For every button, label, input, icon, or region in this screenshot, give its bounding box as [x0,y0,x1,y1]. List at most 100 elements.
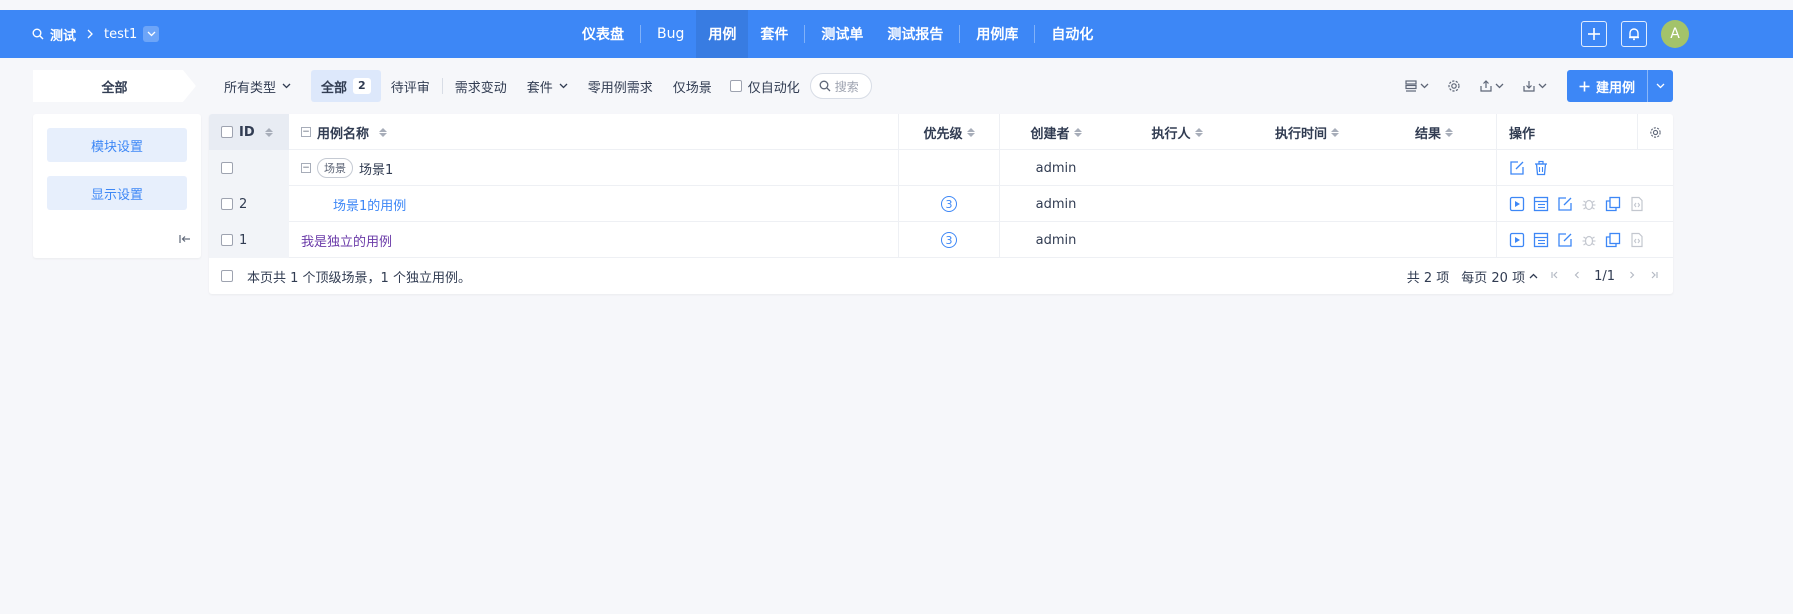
project-name[interactable]: 测试 [50,25,76,44]
sort-icon[interactable] [1445,127,1453,137]
type-select[interactable]: 所有类型 [214,70,301,102]
nav-testreport[interactable]: 测试报告 [875,10,955,58]
header-creator-label: 创建者 [1030,126,1070,142]
results-icon[interactable] [1533,232,1549,248]
header-exec-time[interactable]: 执行时间 [1242,114,1372,150]
product-switch-button[interactable] [143,26,160,42]
tab-all[interactable]: 全部 2 [311,70,381,102]
select-all-checkbox[interactable] [221,126,233,138]
row-actions [1497,186,1673,222]
edit-icon[interactable] [1557,196,1573,212]
row-priority [899,150,1000,186]
create-case-button[interactable]: 建用例 [1566,70,1673,102]
collapse-left-icon [179,235,190,243]
row-exec-time [1242,186,1372,222]
nav-caselib[interactable]: 用例库 [964,10,1030,58]
sort-icon[interactable] [1194,127,1203,137]
sort-icon[interactable] [1331,127,1339,137]
tab-changed[interactable]: 需求变动 [445,70,517,102]
header-creator[interactable]: 创建者 [1000,114,1112,150]
row-checkbox[interactable] [221,198,233,210]
copy-icon[interactable] [1605,196,1621,212]
row-name[interactable]: 场景1 [359,159,393,178]
row-actions [1497,222,1673,258]
tab-zero-case[interactable]: 零用例需求 [578,70,663,102]
collapse-all-icon[interactable]: − [301,127,311,137]
nav-testtask[interactable]: 测试单 [809,10,875,58]
search-icon[interactable] [32,28,44,40]
case-title-link[interactable]: 我是独立的用例 [301,231,392,250]
run-icon[interactable] [1509,232,1525,248]
results-icon[interactable] [1533,196,1549,212]
footer-select-all-checkbox[interactable] [221,270,233,282]
edit-icon[interactable] [1557,232,1573,248]
nav-divider [1034,25,1036,43]
header-executor-label: 执行人 [1151,126,1191,142]
first-page-icon[interactable] [1550,269,1560,283]
edit-icon[interactable] [1509,160,1525,176]
export-button[interactable] [1475,74,1508,98]
type-select-label: 所有类型 [224,80,277,96]
nav-automation[interactable]: 自动化 [1039,10,1105,58]
search-input[interactable]: 搜索 [809,73,872,99]
sort-icon[interactable] [264,127,273,137]
checkbox[interactable] [729,80,742,92]
table-row: 1 我是独立的用例 3 admin [209,222,1673,258]
last-page-icon[interactable] [1649,269,1659,283]
nav-suite[interactable]: 套件 [748,10,800,58]
header-executor[interactable]: 执行人 [1112,114,1242,150]
tab-suite[interactable]: 套件 [517,70,578,102]
collapse-scene-icon[interactable]: − [301,163,311,173]
row-id: 2 [239,196,248,212]
sort-icon[interactable] [1073,127,1082,137]
filter-bar: 全部 所有类型 全部 2 待评审 需求变动 套件 零用例需求 仅场景 仅自动化 … [33,70,1673,102]
topbar-tools: A [1581,10,1689,58]
collapse-sidebar-button[interactable] [179,233,191,248]
header-priority[interactable]: 优先级 [899,114,1000,150]
row-checkbox[interactable] [221,162,233,174]
header-result[interactable]: 结果 [1372,114,1497,150]
bell-icon [1629,28,1639,41]
row-checkbox[interactable] [221,234,233,246]
row-priority: 3 [899,222,1000,258]
header-name[interactable]: − 用例名称 [289,114,899,150]
nav-bug[interactable]: Bug [645,10,696,58]
row-executor [1112,186,1242,222]
sort-icon[interactable] [966,127,975,137]
nav-testcase[interactable]: 用例 [696,10,749,58]
create-case-main[interactable]: 建用例 [1567,70,1647,102]
notification-button[interactable] [1621,21,1647,47]
top-navbar: 测试 test1 仪表盘 Bug 用例 套件 测试单 测试报告 用例库 自动化 … [0,10,1793,58]
case-title-link[interactable]: 场景1的用例 [333,195,406,214]
copy-icon[interactable] [1605,232,1621,248]
gear-icon [1448,80,1460,92]
trash-icon[interactable] [1533,160,1549,176]
row-executor [1112,222,1242,258]
display-settings-button[interactable]: 显示设置 [47,176,187,210]
run-icon[interactable] [1509,196,1525,212]
create-menu-button[interactable] [1581,21,1607,47]
next-page-icon[interactable] [1627,269,1637,283]
tab-scene-only[interactable]: 仅场景 [663,70,722,102]
sort-icon[interactable] [379,127,388,137]
module-breadcrumb[interactable]: 全部 [33,70,196,102]
auto-only-checkbox[interactable]: 仅自动化 [722,77,810,96]
avatar[interactable]: A [1661,20,1689,48]
settings-button[interactable] [1443,74,1465,98]
module-settings-button[interactable]: 模块设置 [47,128,187,162]
column-settings-button[interactable] [1637,114,1673,150]
create-case-dropdown[interactable] [1647,70,1673,102]
script-icon [1631,232,1643,248]
header-id[interactable]: ID [209,114,289,150]
header-exec-time-label: 执行时间 [1274,126,1327,142]
prev-page-icon[interactable] [1572,269,1582,283]
view-mode-button[interactable] [1400,74,1433,98]
per-page-label: 每页 20 项 [1461,270,1526,286]
row-creator: admin [1035,160,1077,176]
nav-dashboard[interactable]: 仪表盘 [570,10,636,58]
per-page-select[interactable]: 每页 20 项 [1461,267,1538,286]
product-name[interactable]: test1 [104,27,137,42]
tab-review[interactable]: 待评审 [381,70,440,102]
import-button[interactable] [1518,74,1551,98]
row-name-cell: 场景1的用例 [289,186,899,222]
